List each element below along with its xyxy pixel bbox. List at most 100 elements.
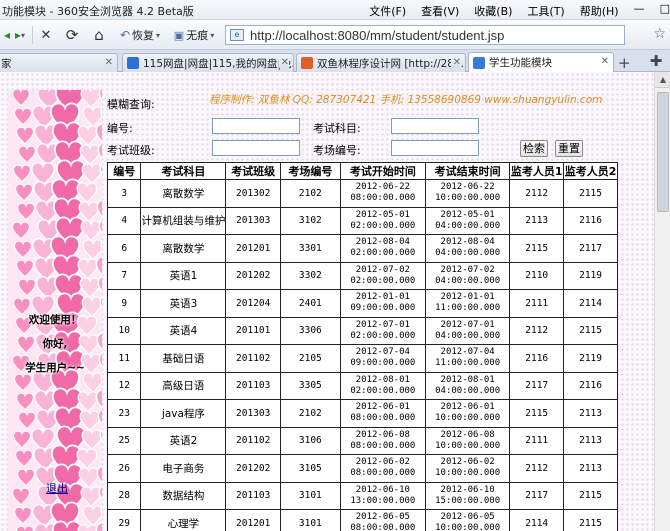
heart-icon [14,373,32,392]
search-button[interactable]: 检索 [520,140,548,157]
cell-text: 2012-06-02 [355,457,410,468]
home-button[interactable]: ⌂ [88,25,110,45]
cell-text-time: 15:00:00.000 [435,495,501,506]
cell-text-time: 04:00:00.000 [435,275,501,286]
welcome-text: 欢迎使用！ [28,314,82,326]
room-input[interactable] [391,140,479,156]
tab-student-module[interactable]: 学生功能模块 ✕ [468,52,614,72]
cell-proctor2: 2116 [563,206,618,235]
table-row: 6 离散数学 201201 3301 2012-08-04 02:00:00.000 201… [106,234,618,263]
cell-proctor1: 2114 [509,509,565,531]
heart-icon [16,259,34,278]
maximize-button[interactable]: □ [660,3,670,19]
user-name: 学生用户~~ [25,362,85,374]
heart-icon [95,521,102,531]
cell-text: 201103 [236,380,271,392]
cell-id: 29 [106,509,142,531]
cell-text: 2115 [525,407,549,419]
cell-text: 2012-06-22 [440,182,495,193]
scrollbar-thumb[interactable] [657,92,669,212]
tab-label: 双鱼林程序设计网 [http://287... [317,57,465,70]
cell-text: 2012-07-04 [355,347,410,358]
tab-home[interactable]: 家 ✕ [0,53,118,72]
cell-text: 2113 [579,407,602,419]
cell-start-time: 2012-05-01 02:00:00.000 [339,206,426,235]
cell-end-time: 2012-06-10 15:00:00.000 [424,481,511,510]
menu-favorites[interactable]: 收藏(B) [474,3,512,19]
cell-text: 2012-06-08 [440,429,495,440]
tab-115-pan[interactable]: 115网盘|网盘|115,我的网盘|免... ✕ [122,53,294,72]
restore-button[interactable]: ↶ 恢复 ▾ [114,25,166,45]
close-icon[interactable]: ✕ [278,57,289,68]
cell-id: 7 [106,261,142,290]
star-icon[interactable]: ☆ [653,26,666,42]
heart-icon [18,278,36,297]
home-icon: ⌂ [94,26,104,44]
new-tab-plus-icon[interactable]: + [618,54,631,72]
cell-proctor1: 2115 [509,234,565,263]
forward-button[interactable]: ▸ ▾ [10,25,30,45]
menu-file[interactable]: 文件(F) [369,3,406,19]
cell-text-time: 02:00:00.000 [350,330,416,341]
cell-text: 2012-06-05 [355,512,410,523]
cell-start-time: 2012-07-01 02:00:00.000 [339,316,426,345]
traceless-button[interactable]: ▣ 无痕 ▾ [168,25,220,45]
subject-input[interactable] [391,118,479,134]
close-icon[interactable]: ✕ [450,57,461,68]
cell-text-time: 02:00:00.000 [350,275,416,286]
cell-end-time: 2012-06-22 10:00:00.000 [424,179,511,208]
cell-room: 3102 [279,206,341,235]
cell-proctor1: 2111 [509,426,565,455]
heart-icon [13,430,31,449]
cell-text: 201201 [236,242,271,254]
cell-start-time: 2012-07-02 02:00:00.000 [339,261,426,290]
close-icon: ✕ [40,27,52,43]
class-label: 考试班级: [107,144,155,157]
cell-text: 2401 [298,297,322,309]
address-url[interactable]: http://localhost:8080/mm/student/student… [250,28,504,43]
cell-proctor2: 2117 [563,234,618,263]
cell-room: 3305 [279,371,341,400]
reset-button[interactable]: 重置 [555,140,583,157]
sidebar: 欢迎使用！ 你好, 学生用户~~ 退出 [8,90,102,531]
refresh-button[interactable]: ⟳ [61,25,83,45]
table-row: 7 英语1 201202 3302 2012-07-02 02:00:00.000 2012… [106,261,618,290]
cell-text: 2114 [525,517,549,529]
cell-text: 3301 [298,242,322,254]
menu-view[interactable]: 查看(V) [421,3,459,19]
cell-subject: java程序 [140,399,227,428]
cell-text: 高级日语 [162,380,205,393]
cell-text: 2102 [298,187,322,199]
tab-shuangyulin[interactable]: 双鱼林程序设计网 [http://287... ✕ [296,53,466,72]
heart-icon [77,524,99,531]
logout-link[interactable]: 退出 [46,480,68,496]
tab-list-plus-icon[interactable]: ✚ [642,52,670,72]
cell-class: 201202 [225,261,281,290]
vertical-scrollbar[interactable]: ▲ [654,72,670,531]
cell-id: 23 [106,399,142,428]
close-icon[interactable]: ✕ [102,57,113,68]
cell-id: 6 [106,234,142,263]
class-input[interactable] [212,140,300,156]
cell-text: 2012-06-05 [440,512,495,523]
stop-button[interactable]: ✕ [36,25,56,45]
cell-text: 2117 [525,380,549,392]
cell-end-time: 2012-06-05 10:00:00.000 [424,509,511,531]
cell-proctor1: 2112 [509,316,565,345]
cell-text: 2012-06-22 [355,182,410,193]
menu-tools[interactable]: 工具(T) [527,3,564,19]
cell-text: 3105 [298,462,322,474]
cell-text-time: 04:00:00.000 [435,220,501,231]
menu-help[interactable]: 帮助(H) [580,3,619,19]
address-bar[interactable]: e http://localhost:8080/mm/student/stude… [225,25,625,45]
scroll-up-icon[interactable]: ▲ [655,72,670,88]
table-body: 3 离散数学 201302 2102 2012-06-22 08:00:00.000 201… [106,179,618,531]
cell-room: 3101 [279,509,341,531]
chevron-down-icon: ▾ [21,30,26,40]
close-icon[interactable]: ✕ [598,56,609,67]
cell-text: 3306 [298,325,322,337]
cell-text: 2115 [579,517,602,529]
cell-text-time: 09:00:00.000 [350,303,416,314]
id-input[interactable] [212,118,300,134]
minimize-button[interactable]: — [634,3,645,19]
